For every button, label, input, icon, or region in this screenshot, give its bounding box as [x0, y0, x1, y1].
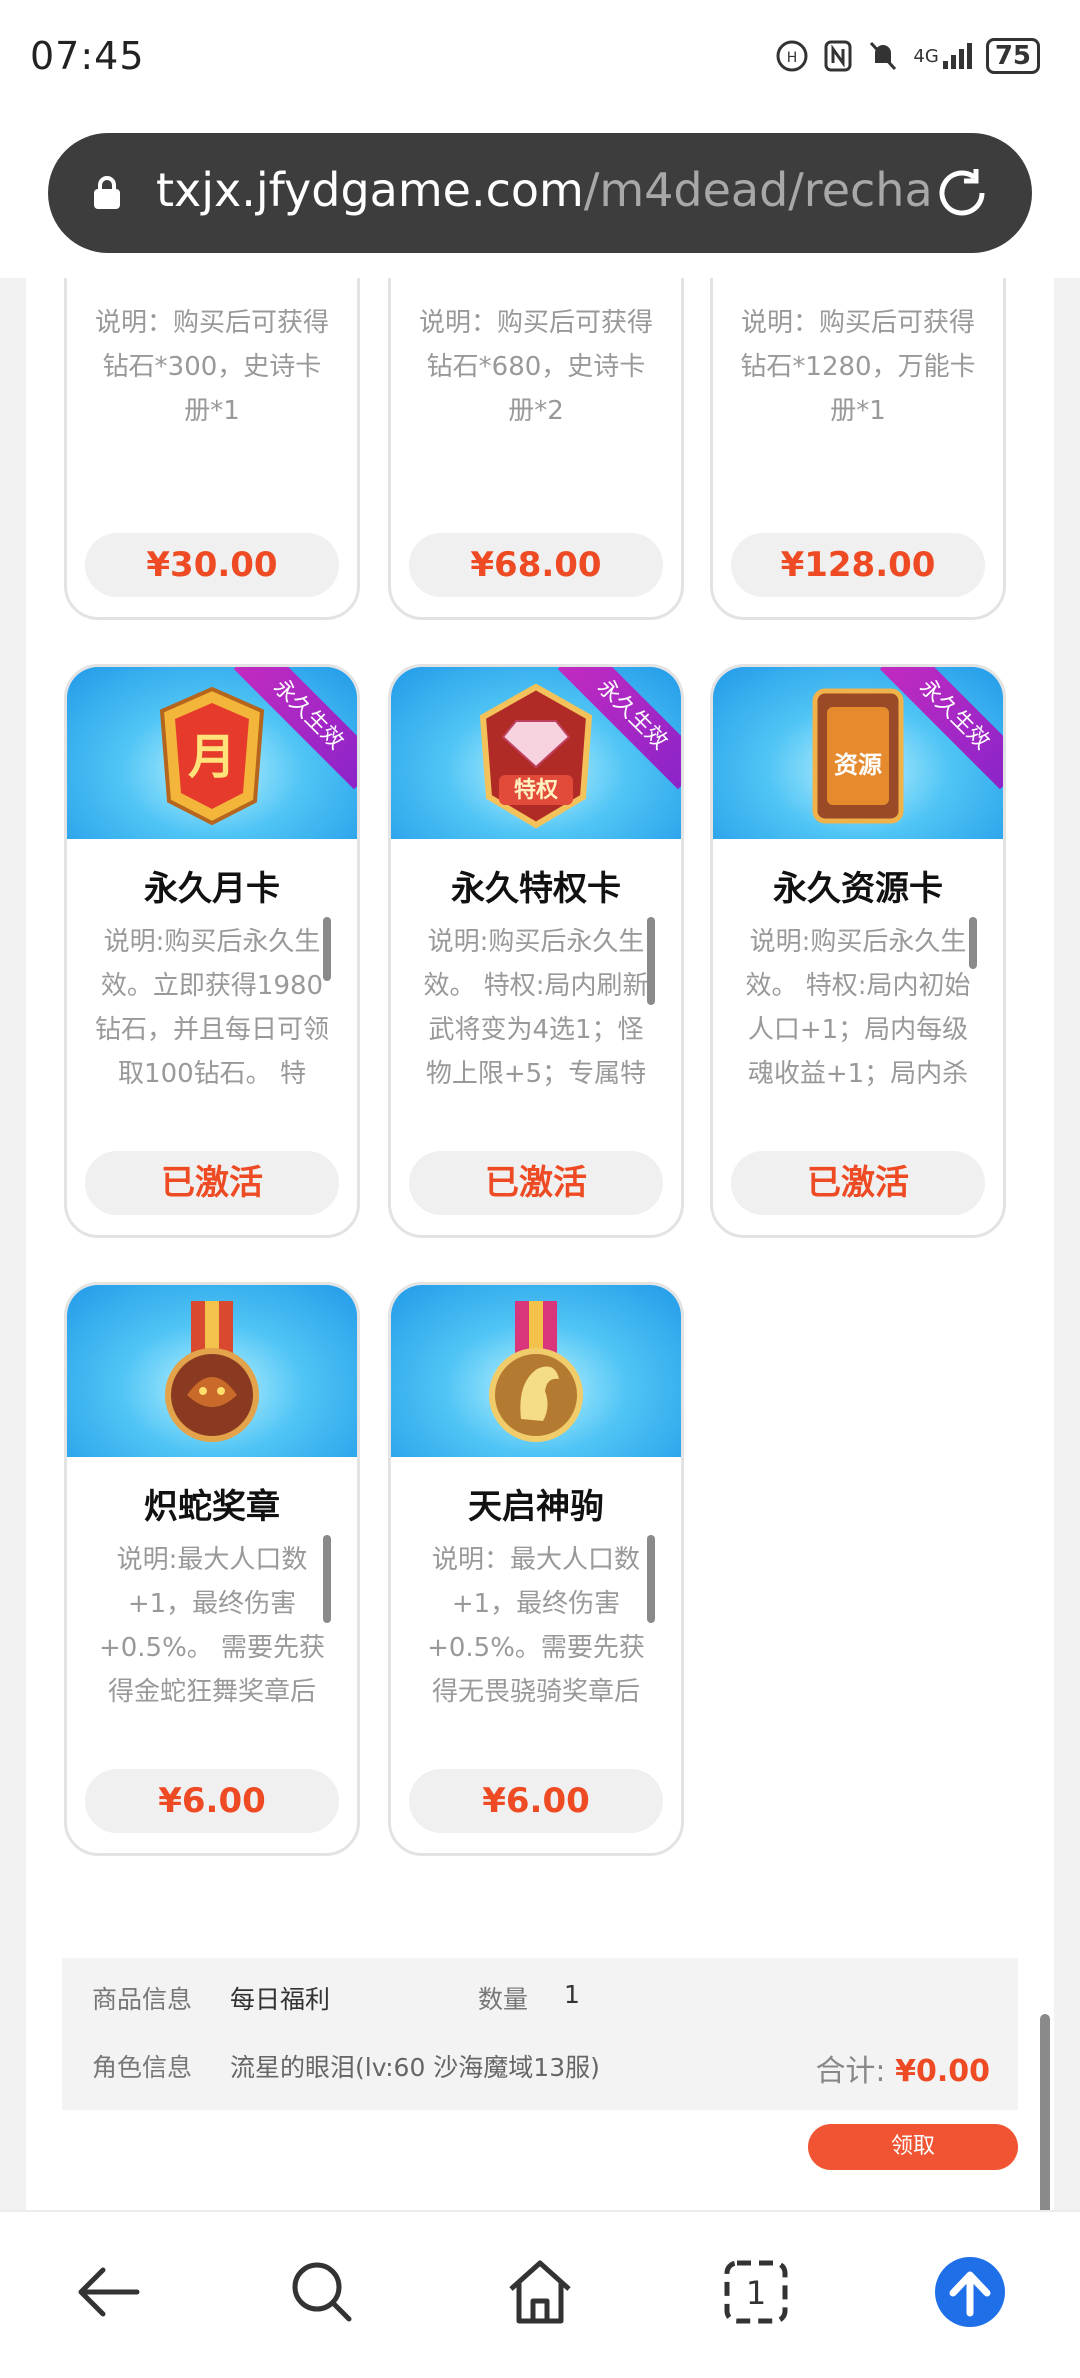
svg-text:特权: 特权 [514, 777, 559, 803]
status-time: 07:45 [30, 34, 145, 78]
price-button[interactable]: ¥30.00 [85, 533, 339, 597]
signal-icon: 4G [913, 41, 972, 71]
horse-medal-icon [489, 1301, 583, 1442]
card-banner: 永久生效 特权 [391, 667, 681, 839]
total-label: 合计: [815, 2054, 886, 2089]
month-card-icon: 月 [159, 686, 265, 826]
card-desc: 说明：购买后可获得钻石*300，史诗卡册*1 [94, 308, 329, 426]
desc-scrollbar[interactable] [647, 1535, 655, 1623]
product-card[interactable]: 天启神驹 说明：最大人口数+1，最终伤害+0.5%。需要先获得无畏骁骑奖章后 ¥… [388, 1282, 684, 1856]
card-desc: 说明:购买后永久生效。 特权:局内刷新武将变为4选1；怪物上限+5；专属特 [423, 927, 649, 1089]
desc-scrollbar[interactable] [323, 1535, 331, 1623]
price-button[interactable]: ¥68.00 [409, 533, 663, 597]
receive-button[interactable]: 领取 [808, 2124, 1018, 2170]
battery-level: 75 [985, 38, 1040, 74]
tabs-button[interactable]: 1 [716, 2252, 796, 2332]
product-label: 商品信息 [92, 1985, 193, 2014]
status-icons: H 4G 75 [775, 38, 1040, 74]
card-desc: 说明：购买后可获得钻石*1280，万能卡册*1 [740, 308, 976, 426]
privilege-card-icon: 特权 [479, 683, 593, 829]
card-title: 炽蛇奖章 [144, 1487, 280, 1527]
card-banner: 永久生效 月 [67, 667, 357, 839]
nfc-icon [823, 39, 853, 73]
svg-text:资源: 资源 [834, 751, 882, 779]
card-banner [67, 1285, 357, 1457]
lock-icon[interactable] [92, 175, 122, 211]
svg-text:H: H [787, 50, 798, 66]
url-text[interactable]: txjx.jfydgame.com/m4dead/recha [156, 163, 936, 217]
card-title: 天启神驹 [468, 1487, 604, 1527]
arrow-up-icon [935, 2257, 1005, 2327]
home-button[interactable] [500, 2252, 580, 2332]
scroll-top-button[interactable] [930, 2252, 1010, 2332]
card-desc: 说明：最大人口数+1，最终伤害+0.5%。需要先获得无畏骁骑奖章后 [427, 1545, 645, 1707]
card-title: 永久特权卡 [451, 869, 621, 909]
svg-text:1: 1 [746, 2274, 766, 2312]
product-card[interactable]: 说明：购买后可获得钻石*300，史诗卡册*1 ¥30.00 [64, 278, 360, 620]
tabs-icon: 1 [724, 2260, 788, 2324]
price-button[interactable]: ¥128.00 [731, 533, 985, 597]
price-button[interactable]: ¥6.00 [85, 1769, 339, 1833]
total-value: ¥0.00 [895, 2054, 990, 2089]
card-desc: 说明：购买后可获得钻石*680，史诗卡册*2 [418, 308, 653, 426]
product-value: 每日福利 [230, 1985, 331, 2014]
activated-button[interactable]: 已激活 [409, 1151, 663, 1215]
back-button[interactable] [68, 2252, 148, 2332]
recharge-page[interactable]: 说明：购买后可获得钻石*300，史诗卡册*1 ¥30.00 说明：购买后可获得钻… [26, 278, 1050, 2210]
card-title: 永久月卡 [144, 869, 280, 909]
back-arrow-icon [78, 2267, 140, 2317]
hd-call-icon: H [775, 39, 809, 73]
card-title: 永久资源卡 [773, 869, 943, 909]
card-desc: 说明:购买后永久生效。 特权:局内初始人口+1；局内每级魂收益+1；局内杀 [745, 927, 971, 1089]
role-value: 流星的眼泪(lv:60 沙海魔域13服) [230, 2053, 600, 2082]
activated-button[interactable]: 已激活 [85, 1151, 339, 1215]
price-button[interactable]: ¥6.00 [409, 1769, 663, 1833]
order-info: 商品信息 每日福利 数量 1 角色信息 流星的眼泪(lv:60 沙海魔域13服)… [62, 1958, 1018, 2110]
reload-icon[interactable] [932, 163, 992, 223]
role-label: 角色信息 [92, 2053, 193, 2082]
quantity-label: 数量 [478, 1985, 529, 2014]
product-card[interactable]: 永久生效 月 永久月卡 说明:购买后永久生效。立即获得1980钻石，并且每日可领… [64, 664, 360, 1238]
browser-bottom-nav: 1 [0, 2210, 1080, 2378]
status-bar: 07:45 H 4G 75 [0, 0, 1080, 120]
desc-scrollbar[interactable] [323, 917, 331, 981]
address-bar[interactable]: txjx.jfydgame.com/m4dead/recha [48, 133, 1032, 253]
url-path: /m4dead/recha [583, 163, 933, 217]
quantity-value: 1 [564, 1980, 580, 2009]
mute-icon [867, 39, 899, 73]
svg-text:月: 月 [188, 729, 236, 785]
card-banner [391, 1285, 681, 1457]
search-icon [292, 2262, 352, 2322]
search-button[interactable] [282, 2252, 362, 2332]
card-desc: 说明:购买后永久生效。立即获得1980钻石，并且每日可领取100钻石。 特 [94, 927, 329, 1089]
product-card[interactable]: 说明：购买后可获得钻石*1280，万能卡册*1 ¥128.00 [710, 278, 1006, 620]
product-card[interactable]: 永久生效 特权 永久特权卡 说明:购买后永久生效。 特权:局内刷新武将变为4选1… [388, 664, 684, 1238]
page-scrollbar[interactable] [1040, 2014, 1050, 2210]
card-desc: 说明:最大人口数+1，最终伤害+0.5%。 需要先获得金蛇狂舞奖章后 [98, 1545, 326, 1707]
product-card[interactable]: 炽蛇奖章 说明:最大人口数+1，最终伤害+0.5%。 需要先获得金蛇狂舞奖章后 … [64, 1282, 360, 1856]
page-margin-right [1054, 278, 1080, 2210]
product-card[interactable]: 说明：购买后可获得钻石*680，史诗卡册*2 ¥68.00 [388, 278, 684, 620]
total-amount: 合计: ¥0.00 [815, 2046, 990, 2090]
desc-scrollbar[interactable] [969, 917, 977, 969]
url-host: txjx.jfydgame.com [156, 163, 584, 217]
resource-card-icon: 资源 [812, 688, 904, 824]
snake-medal-icon [165, 1301, 259, 1442]
page-margin-left [0, 278, 26, 2210]
home-icon [509, 2260, 571, 2324]
network-type: 4G [913, 45, 939, 67]
card-banner: 永久生效 资源 [713, 667, 1003, 839]
desc-scrollbar[interactable] [647, 917, 655, 1005]
activated-button[interactable]: 已激活 [731, 1151, 985, 1215]
product-card[interactable]: 永久生效 资源 永久资源卡 说明:购买后永久生效。 特权:局内初始人口+1；局内… [710, 664, 1006, 1238]
